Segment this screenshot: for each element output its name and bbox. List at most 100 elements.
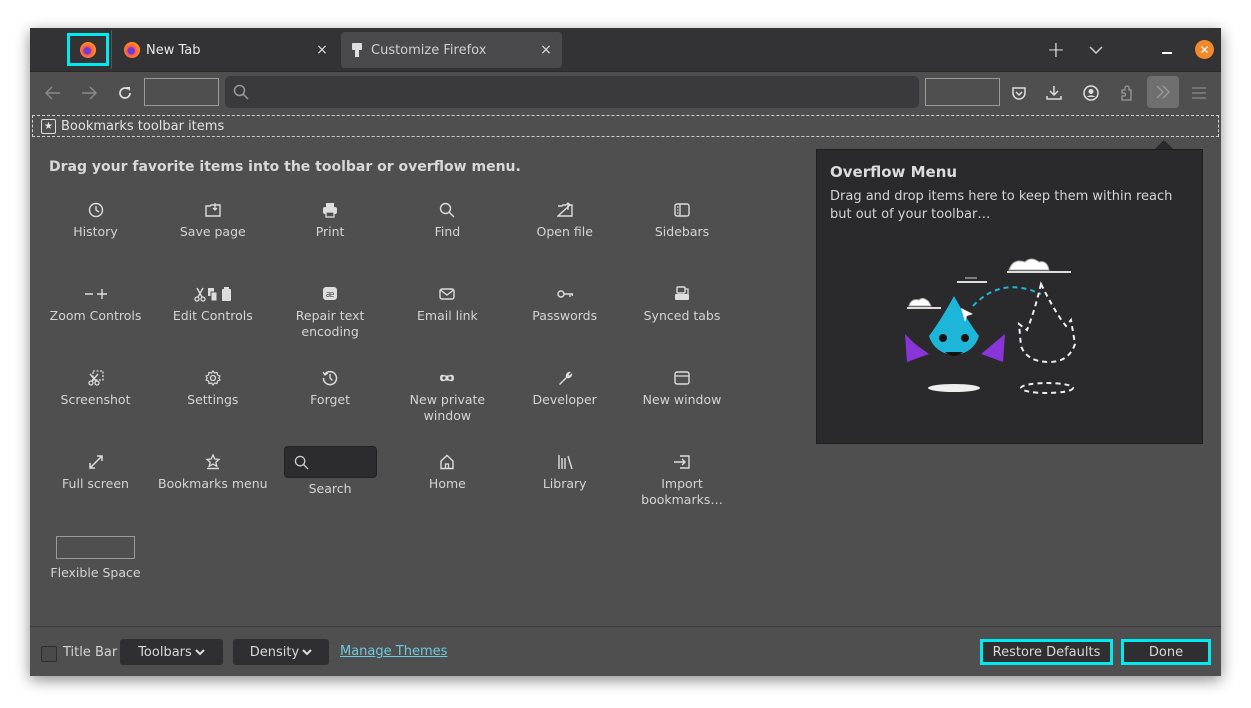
palette-item-library[interactable]: Library	[507, 452, 622, 492]
minimize-button[interactable]	[1157, 40, 1177, 60]
screenshot-icon	[38, 368, 153, 388]
palette-item-synced-tabs[interactable]: Synced tabs	[625, 284, 740, 324]
palette-item-home[interactable]: Home	[390, 452, 505, 492]
palette-item-history[interactable]: History	[38, 200, 153, 240]
gear-icon	[155, 368, 270, 388]
cloud-icon	[907, 258, 1071, 309]
customize-footer: Title Bar Toolbars Density Manage Themes…	[30, 626, 1221, 676]
title-bar-label: Title Bar	[63, 645, 118, 660]
close-tab-button[interactable]: ×	[310, 38, 334, 62]
density-dropdown[interactable]: Density	[233, 639, 329, 665]
chevron-down-icon	[302, 648, 312, 655]
pocket-button[interactable]	[1004, 78, 1034, 108]
app-menu-button[interactable]	[1184, 78, 1214, 108]
overflow-menu-button[interactable]	[1147, 76, 1179, 108]
palette-item-label: Flexible Space	[50, 565, 141, 580]
tab-customize-firefox[interactable]: Customize Firefox ×	[341, 32, 562, 68]
overflow-panel-description: Drag and drop items here to keep them wi…	[830, 189, 1173, 222]
close-tab-button[interactable]: ×	[534, 38, 558, 62]
magnifier-icon	[390, 200, 505, 220]
back-button[interactable]	[38, 78, 68, 108]
palette-item-open-file[interactable]: Open file	[507, 200, 622, 240]
palette-item-settings[interactable]: Settings	[155, 368, 270, 408]
palette-item-save-page[interactable]: Save page	[155, 200, 270, 240]
palette-item-label: Find	[434, 224, 461, 239]
chevron-down-icon	[195, 648, 205, 655]
palette-item-repair-text-encoding[interactable]: æ Repair text encoding	[273, 284, 388, 340]
toolbars-label: Toolbars	[138, 644, 192, 660]
palette-item-passwords[interactable]: Passwords	[507, 284, 622, 324]
palette-item-new-private-window[interactable]: New private window	[390, 368, 505, 424]
window-close-button[interactable]: ✕	[1195, 40, 1214, 59]
list-all-tabs-button[interactable]	[1084, 38, 1108, 62]
palette-item-label: Zoom Controls	[49, 308, 142, 323]
palette-item-label: Synced tabs	[643, 308, 721, 323]
extensions-button[interactable]	[1112, 78, 1142, 108]
manage-themes-link[interactable]: Manage Themes	[340, 644, 447, 659]
wrench-icon	[507, 368, 622, 388]
palette-item-flexible-space[interactable]: Flexible Space	[38, 536, 153, 581]
palette-item-label: Bookmarks menu	[158, 476, 268, 491]
palette-item-screenshot[interactable]: Screenshot	[38, 368, 153, 408]
dragon-illustration	[905, 258, 1077, 394]
new-tab-button[interactable]: +	[1044, 38, 1068, 63]
overflow-chevron-icon	[1156, 85, 1170, 99]
done-button[interactable]: Done	[1121, 639, 1211, 665]
text-encoding-icon: æ	[273, 284, 388, 304]
toolbars-dropdown[interactable]: Toolbars	[120, 639, 223, 665]
forward-button[interactable]	[74, 78, 104, 108]
open-file-icon	[507, 200, 622, 220]
reload-button[interactable]	[110, 78, 140, 108]
palette-item-full-screen[interactable]: Full screen	[38, 452, 153, 492]
palette-item-bookmarks-menu[interactable]: Bookmarks menu	[155, 452, 270, 492]
palette-item-zoom-controls[interactable]: Zoom Controls	[38, 284, 153, 324]
palette-item-print[interactable]: Print	[273, 200, 388, 240]
envelope-icon	[390, 284, 505, 304]
url-bar[interactable]	[225, 76, 919, 108]
bookmarks-toolbar-label: Bookmarks toolbar items	[61, 118, 225, 134]
title-bar-checkbox[interactable]	[41, 646, 57, 662]
downloads-button[interactable]	[1039, 78, 1069, 108]
palette-item-developer[interactable]: Developer	[507, 368, 622, 408]
palette-item-find[interactable]: Find	[390, 200, 505, 240]
reload-icon	[119, 87, 131, 99]
overflow-menu-panel[interactable]: Overflow Menu Drag and drop items here t…	[816, 149, 1203, 444]
bookmark-star-icon	[155, 452, 270, 472]
palette-item-label: Sidebars	[654, 224, 710, 239]
palette-item-search[interactable]: Search	[273, 446, 388, 497]
palette-item-label: New private window	[409, 392, 486, 423]
palette-item-new-window[interactable]: New window	[625, 368, 740, 408]
palette-item-label: Settings	[187, 392, 239, 407]
new-window-icon	[625, 368, 740, 388]
save-page-icon	[155, 200, 270, 220]
svg-text:æ: æ	[326, 290, 335, 300]
bookmarks-toolbar[interactable]: ★ Bookmarks toolbar items	[32, 115, 1219, 137]
palette-item-label: Import bookmarks…	[641, 476, 723, 507]
palette-title: Drag your favorite items into the toolba…	[49, 159, 521, 175]
private-mask-icon	[390, 368, 505, 388]
flexible-space-slot[interactable]	[144, 78, 219, 106]
palette-item-edit-controls[interactable]: Edit Controls	[155, 284, 270, 324]
bookmark-star-icon: ★	[41, 118, 56, 134]
edit-controls-icon	[155, 284, 270, 304]
firefox-logo-icon	[80, 41, 96, 58]
forward-arrow-icon	[82, 86, 97, 100]
palette-item-sidebars[interactable]: Sidebars	[625, 200, 740, 240]
zoom-controls-icon	[38, 284, 153, 304]
palette-item-label: New window	[642, 392, 722, 407]
palette-item-email-link[interactable]: Email link	[390, 284, 505, 324]
palette-item-forget[interactable]: Forget	[273, 368, 388, 408]
account-button[interactable]	[1076, 78, 1106, 108]
palette-item-import-bookmarks[interactable]: Import bookmarks…	[625, 452, 740, 508]
tab-new-tab[interactable]: New Tab ×	[116, 32, 338, 68]
palette-item-label: Screenshot	[60, 392, 131, 407]
restore-defaults-button[interactable]: Restore Defaults	[980, 639, 1113, 665]
palette-item-label: Library	[542, 476, 587, 491]
palette-item-label: Forget	[310, 392, 351, 407]
firefox-logo-icon	[124, 42, 140, 58]
search-box-icon	[283, 446, 377, 478]
palette-item-label: Save page	[179, 224, 246, 239]
flexible-space-slot[interactable]	[925, 78, 1000, 106]
firefox-menu-button[interactable]	[67, 33, 109, 66]
palette-item-label: History	[73, 224, 118, 239]
